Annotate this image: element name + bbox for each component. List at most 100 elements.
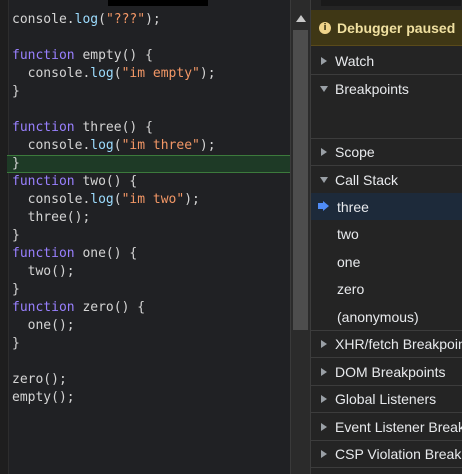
- call-frame-name: (anonymous): [337, 308, 419, 325]
- code-token: (: [113, 138, 122, 153]
- section-csp-violation-breakpoints[interactable]: CSP Violation Breakpoints: [311, 441, 462, 468]
- section-label: Event Listener Breakpoints: [335, 418, 462, 435]
- info-icon: i: [319, 21, 331, 34]
- code-line[interactable]: function zero() {: [12, 299, 216, 317]
- code-line[interactable]: }: [12, 335, 216, 353]
- code-token: (: [98, 12, 106, 27]
- code-token: two() {: [74, 174, 138, 189]
- code-line[interactable]: console.log("im empty");: [12, 65, 216, 83]
- section-global-listeners[interactable]: Global Listeners: [311, 386, 462, 413]
- code-token: log: [90, 192, 114, 207]
- code-line[interactable]: function three() {: [12, 119, 216, 137]
- triangle-right-icon: [321, 57, 327, 65]
- call-frame-name: zero: [337, 281, 365, 297]
- editor-tab-strip: [108, 0, 208, 6]
- code-token: );: [145, 12, 161, 27]
- debugger-sidebar: i Debugger paused Watch Breakpoints Scop…: [310, 0, 462, 474]
- triangle-right-icon: [321, 450, 327, 458]
- code-token: }: [12, 282, 20, 297]
- code-token: function: [12, 174, 75, 189]
- code-line[interactable]: zero();: [12, 371, 216, 389]
- section-breakpoints[interactable]: Breakpoints: [311, 75, 462, 102]
- code-token: .: [66, 12, 75, 27]
- code-line[interactable]: function two() {: [12, 173, 216, 191]
- code-token: log: [90, 66, 114, 81]
- section-call-stack-label: Call Stack: [335, 171, 399, 188]
- code-token: one();: [12, 318, 75, 333]
- code-token: }: [12, 228, 20, 243]
- triangle-right-icon: [321, 148, 327, 156]
- call-frame[interactable]: one: [311, 248, 462, 275]
- code-line[interactable]: empty();: [12, 389, 216, 407]
- source-editor[interactable]: console.log("???"); function empty() { c…: [0, 0, 290, 474]
- call-frame[interactable]: zero: [311, 276, 462, 303]
- code-line[interactable]: [12, 101, 216, 119]
- section-watch-label: Watch: [335, 53, 375, 69]
- code-line[interactable]: console.log("???");: [12, 11, 216, 29]
- code-token: function: [12, 120, 75, 135]
- breakpoints-list-empty: [311, 103, 462, 139]
- call-frame-name: two: [337, 226, 359, 242]
- editor-vertical-scrollbar[interactable]: [290, 0, 310, 474]
- section-watch[interactable]: Watch: [311, 48, 462, 75]
- paused-label: Debugger paused: [337, 19, 456, 36]
- debugger-paused-banner: i Debugger paused: [311, 10, 462, 46]
- debugger-toolbar-strip: [321, 0, 461, 6]
- code-token: log: [90, 138, 114, 153]
- code-token: two();: [12, 264, 75, 279]
- code-token: }: [12, 156, 20, 171]
- code-line[interactable]: function empty() {: [12, 47, 216, 65]
- code-token: function: [12, 48, 75, 63]
- code-token: zero();: [12, 372, 67, 387]
- code-token: }: [12, 336, 20, 351]
- code-line[interactable]: [12, 353, 216, 371]
- code-line[interactable]: console.log("im two");: [12, 191, 216, 209]
- code-token: console: [12, 192, 83, 207]
- code-line[interactable]: function one() {: [12, 245, 216, 263]
- code-token: three() {: [74, 120, 153, 135]
- call-frame-name: one: [337, 253, 361, 270]
- section-dom-breakpoints[interactable]: DOM Breakpoints: [311, 359, 462, 386]
- code-token: console: [12, 66, 83, 81]
- call-frame[interactable]: three: [311, 193, 462, 220]
- current-frame-arrow-icon: [318, 201, 329, 211]
- call-frame[interactable]: two: [311, 221, 462, 248]
- code-area[interactable]: console.log("???"); function empty() { c…: [12, 11, 216, 407]
- code-token: "im empty": [121, 66, 200, 81]
- code-token: console: [12, 12, 67, 27]
- code-token: function: [12, 246, 75, 261]
- section-label: CSP Violation Breakpoints: [335, 446, 462, 462]
- code-token: "im two": [121, 192, 185, 207]
- code-token: empty() {: [74, 48, 153, 63]
- code-line[interactable]: }: [12, 83, 216, 101]
- code-token: );: [199, 138, 216, 153]
- code-token: function: [12, 300, 75, 315]
- section-label: Global Listeners: [335, 391, 437, 407]
- section-scope[interactable]: Scope: [311, 139, 462, 166]
- triangle-right-icon: [321, 340, 327, 348]
- code-token: (: [113, 192, 122, 207]
- line-gutter[interactable]: [0, 0, 9, 474]
- code-token: console: [12, 138, 83, 153]
- code-line[interactable]: two();: [12, 263, 216, 281]
- code-token: zero() {: [74, 300, 146, 315]
- code-line[interactable]: console.log("im three");: [12, 137, 216, 155]
- code-token: empty();: [12, 390, 75, 405]
- code-token: three();: [12, 210, 91, 225]
- scroll-up-arrow-icon[interactable]: [296, 15, 306, 22]
- code-token: (: [113, 66, 122, 81]
- code-line[interactable]: three();: [12, 209, 216, 227]
- code-line[interactable]: one();: [12, 317, 216, 335]
- code-line[interactable]: }: [12, 227, 216, 245]
- code-line[interactable]: }: [12, 155, 216, 173]
- section-call-stack[interactable]: Call Stack: [311, 166, 462, 193]
- section-xhr-fetch-breakpoints[interactable]: XHR/fetch Breakpoints: [311, 331, 462, 358]
- call-frame[interactable]: (anonymous): [311, 303, 462, 330]
- code-token: one() {: [74, 246, 138, 261]
- scrollbar-thumb[interactable]: [293, 30, 308, 330]
- section-event-listener-breakpoints[interactable]: Event Listener Breakpoints: [311, 414, 462, 441]
- triangle-right-icon: [321, 395, 327, 403]
- code-line[interactable]: }: [12, 281, 216, 299]
- code-line[interactable]: [12, 29, 216, 47]
- section-scope-label: Scope: [335, 144, 375, 160]
